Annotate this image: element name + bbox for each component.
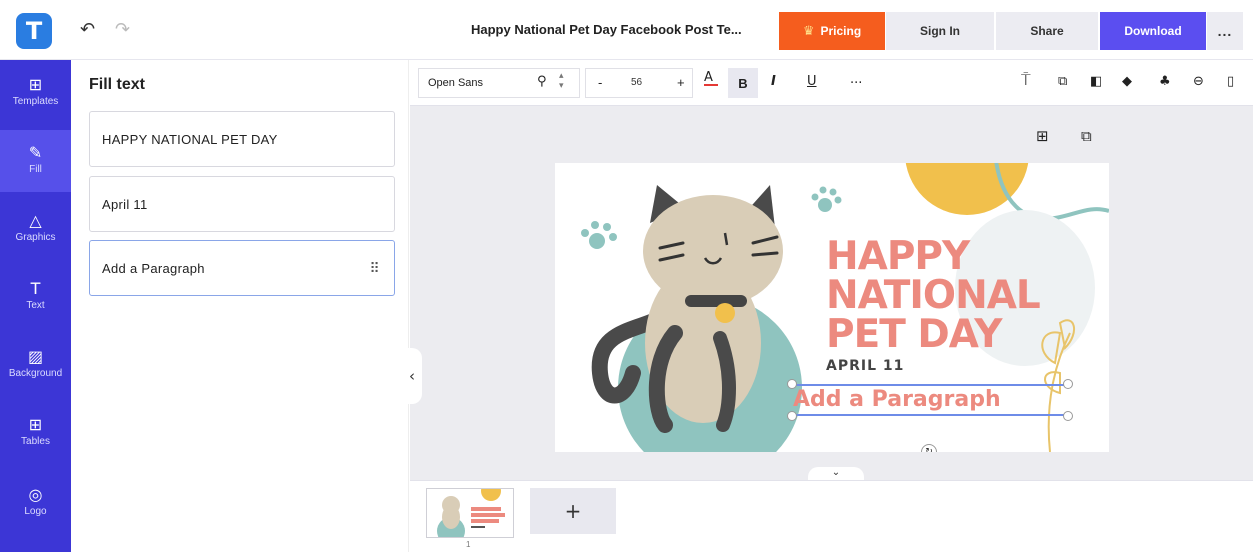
fill-field-paragraph-text: Add a Paragraph: [102, 260, 205, 276]
cat-tag: [715, 303, 735, 323]
text-toolbar: Open Sans ⚲ ▴ ▾ - 56 + A B I U ... ⍑ ⧉ ◧ …: [410, 60, 1253, 106]
add-page-icon[interactable]: ⊞: [1036, 127, 1049, 145]
align-icon[interactable]: ♣: [1159, 74, 1171, 89]
copy-style-icon[interactable]: ⧉: [1058, 74, 1067, 89]
expand-pages-icon[interactable]: ⌄: [808, 467, 864, 481]
text-color-icon[interactable]: A: [704, 70, 718, 86]
paint-roller-icon[interactable]: ⍑: [1021, 70, 1031, 90]
undo-icon[interactable]: ↶: [80, 20, 95, 40]
sidebar-item-label: Text: [26, 300, 45, 311]
font-family-value: Open Sans: [428, 77, 484, 89]
sidebar-item-logo[interactable]: ◎ Logo: [0, 486, 71, 534]
fill-field-headline[interactable]: HAPPY NATIONAL PET DAY: [89, 111, 395, 167]
layer-icon[interactable]: ◧: [1090, 74, 1102, 89]
text-icon: T: [30, 279, 41, 298]
increase-size-button[interactable]: +: [677, 75, 685, 90]
share-button[interactable]: Share: [996, 12, 1098, 50]
sidebar-item-label: Fill: [29, 164, 42, 175]
collapse-panel-button[interactable]: ‹: [402, 348, 422, 404]
sidebar-item-label: Tables: [21, 436, 50, 447]
resize-handle-bottom-right[interactable]: [1063, 411, 1073, 421]
sidebar-item-graphics[interactable]: △ Graphics: [0, 212, 71, 260]
app-logo[interactable]: T: [16, 13, 52, 49]
crown-icon: ♛: [802, 23, 815, 39]
more-text-options-button[interactable]: ...: [850, 72, 862, 87]
paw-right: [811, 186, 842, 212]
headline-line-1: HAPPY: [826, 234, 970, 279]
fill-field-date[interactable]: April 11: [89, 176, 395, 232]
italic-button[interactable]: I: [771, 74, 776, 89]
headline-text[interactable]: HAPPY NATIONAL PET DAY: [826, 234, 1041, 357]
resize-handle-bottom-left[interactable]: [787, 411, 797, 421]
pricing-label: Pricing: [820, 24, 862, 38]
page-thumbnail[interactable]: [426, 488, 514, 538]
delete-icon[interactable]: ▯: [1227, 74, 1234, 89]
logo-icon: ◎: [28, 485, 43, 504]
sidebar-item-label: Background: [8, 368, 63, 379]
sidebar-item-label: Logo: [24, 506, 47, 517]
headline-line-2: NATIONAL: [826, 273, 1041, 318]
paragraph-text[interactable]: Add a Paragraph: [793, 387, 1001, 412]
underline-button[interactable]: U: [807, 74, 817, 89]
search-icon: ⚲: [537, 74, 547, 89]
cat-head: [643, 195, 783, 307]
more-menu-button[interactable]: ...: [1207, 12, 1243, 50]
sidebar-item-background[interactable]: ▨ Background: [0, 348, 71, 396]
table-icon: ⊞: [28, 415, 43, 434]
thumbnail-preview: [437, 489, 505, 537]
add-page-button[interactable]: +: [530, 488, 616, 534]
top-bar: T ↶ ↷ Happy National Pet Day Facebook Po…: [0, 0, 1253, 60]
date-text[interactable]: APRIL 11: [826, 358, 904, 374]
font-stepper-icon[interactable]: ▴ ▾: [559, 71, 564, 91]
pencil-icon: ✎: [28, 143, 43, 162]
drag-handle-icon[interactable]: ⠿: [369, 261, 380, 277]
sun-shape: [905, 163, 1029, 215]
shapes-icon: △: [29, 211, 42, 230]
page-number: 1: [466, 540, 471, 549]
pricing-button[interactable]: ♛ Pricing: [779, 12, 885, 50]
paw-left: [581, 221, 617, 249]
font-size-input[interactable]: 56: [631, 77, 642, 88]
bold-button[interactable]: B: [728, 68, 758, 98]
templates-icon: ⊞: [28, 75, 43, 94]
download-button[interactable]: Download: [1100, 12, 1206, 50]
fill-field-paragraph[interactable]: Add a Paragraph ⠿: [89, 240, 395, 296]
sidebar-item-label: Templates: [12, 96, 59, 107]
decrease-size-button[interactable]: -: [598, 75, 602, 90]
sidebar-item-label: Graphics: [15, 232, 56, 243]
resize-handle-top-left[interactable]: [787, 379, 797, 389]
cat-collar: [685, 295, 747, 307]
sidebar-item-fill[interactable]: ✎ Fill: [0, 130, 71, 192]
sidebar: ⊞ Templates ✎ Fill △ Graphics T Text ▨ B…: [0, 60, 71, 552]
opacity-icon[interactable]: ◆: [1122, 74, 1132, 89]
background-icon: ▨: [27, 347, 44, 366]
sidebar-item-templates[interactable]: ⊞ Templates: [0, 76, 71, 124]
design-canvas[interactable]: HAPPY NATIONAL PET DAY APRIL 11 Add a Pa…: [555, 163, 1109, 452]
sign-in-button[interactable]: Sign In: [886, 12, 994, 50]
sidebar-item-tables[interactable]: ⊞ Tables: [0, 416, 71, 464]
duplicate-page-icon[interactable]: ⧉: [1081, 127, 1092, 145]
link-icon[interactable]: ⊖: [1193, 74, 1204, 89]
redo-icon[interactable]: ↷: [115, 20, 130, 40]
fill-text-panel: Fill text HAPPY NATIONAL PET DAY April 1…: [71, 60, 409, 552]
headline-line-3: PET DAY: [826, 312, 1002, 357]
font-family-select[interactable]: Open Sans ⚲ ▴ ▾: [418, 68, 580, 98]
sidebar-item-text[interactable]: T Text: [0, 280, 71, 328]
font-size-control: - 56 +: [585, 68, 693, 98]
document-title[interactable]: Happy National Pet Day Facebook Post Te.…: [471, 22, 742, 37]
panel-title: Fill text: [89, 76, 146, 93]
resize-handle-top-right[interactable]: [1063, 379, 1073, 389]
